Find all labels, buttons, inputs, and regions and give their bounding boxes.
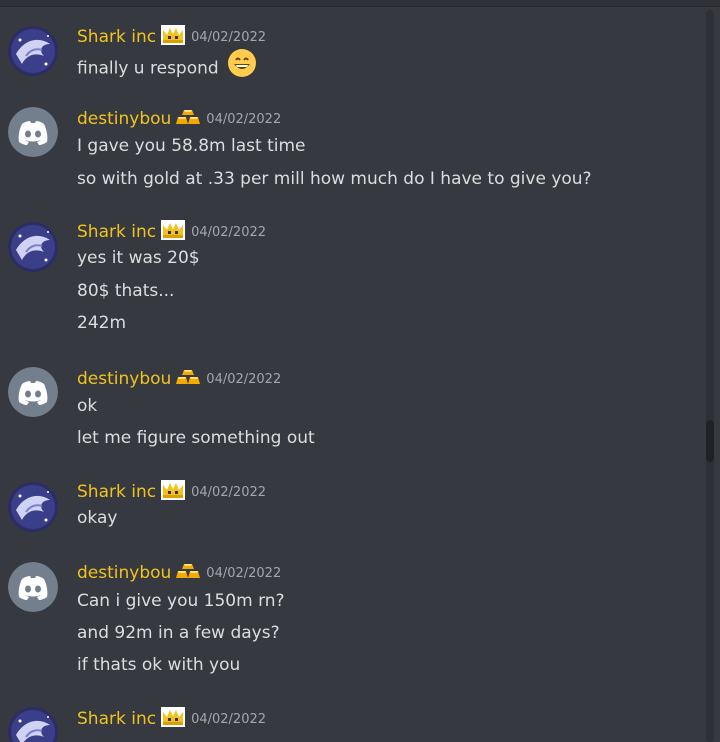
- username[interactable]: Shark inc: [77, 709, 156, 729]
- message-text: 242m: [77, 313, 127, 333]
- message-text: I gave you 58.8m last time: [77, 136, 306, 156]
- shark-avatar[interactable]: [8, 26, 58, 76]
- crown-icon: [160, 24, 186, 50]
- gold-bars-icon: [175, 108, 201, 130]
- message-text: finally u respond: [77, 58, 219, 79]
- gold-bars-icon: [175, 562, 201, 584]
- message-text: yes it was 20$: [77, 248, 200, 268]
- shark-avatar[interactable]: [8, 482, 58, 532]
- message-text: if thats ok with you: [77, 655, 241, 675]
- message-text: and 92m in a few days?: [77, 623, 280, 643]
- timestamp: 04/02/2022: [206, 111, 282, 127]
- message-text: ok: [77, 396, 98, 416]
- chat-message: Shark inc 04/02/2022 finally u respond: [0, 22, 700, 92]
- discord-avatar[interactable]: [8, 367, 58, 417]
- crown-icon: [160, 479, 186, 505]
- discord-avatar[interactable]: [8, 562, 58, 612]
- shark-avatar[interactable]: [8, 222, 58, 272]
- message-text: 80$ thats...: [77, 281, 175, 301]
- message-text: okay: [77, 508, 118, 528]
- chat-message: Shark inc 04/02/2022 okay: [0, 478, 700, 538]
- timestamp: 04/02/2022: [191, 29, 267, 45]
- username[interactable]: destinybou: [77, 563, 171, 583]
- username[interactable]: Shark inc: [77, 27, 156, 47]
- chat-message: Shark inc 04/02/2022 yes it was 20$ 80$ …: [0, 218, 700, 338]
- crown-icon: [160, 706, 186, 732]
- timestamp: 04/02/2022: [191, 224, 267, 240]
- username[interactable]: Shark inc: [77, 482, 156, 502]
- timestamp: 04/02/2022: [206, 565, 282, 581]
- username[interactable]: destinybou: [77, 109, 171, 129]
- discord-avatar[interactable]: [8, 107, 58, 157]
- username[interactable]: Shark inc: [77, 222, 156, 242]
- scrollbar-thumb[interactable]: [706, 420, 714, 462]
- timestamp: 04/02/2022: [191, 711, 267, 727]
- username[interactable]: destinybou: [77, 369, 171, 389]
- gold-bars-icon: [175, 368, 201, 390]
- channel-top-bar: [0, 0, 720, 7]
- chat-message: destinybou 04/02/2022 Can i give you 150…: [0, 560, 700, 680]
- chat-message: destinybou 04/02/2022 ok let me figure s…: [0, 365, 700, 455]
- scrollbar-track[interactable]: [706, 10, 714, 742]
- message-text: let me figure something out: [77, 428, 315, 448]
- message-text: so with gold at .33 per mill how much do…: [77, 169, 592, 189]
- timestamp: 04/02/2022: [191, 484, 267, 500]
- shark-avatar[interactable]: [8, 707, 58, 742]
- chat-message: Shark inc 04/02/2022: [0, 705, 700, 742]
- grinning-face-emoji: [227, 48, 257, 85]
- crown-icon: [160, 219, 186, 245]
- timestamp: 04/02/2022: [206, 371, 282, 387]
- chat-message: destinybou 04/02/2022 I gave you 58.8m l…: [0, 105, 700, 195]
- message-text: Can i give you 150m rn?: [77, 591, 285, 611]
